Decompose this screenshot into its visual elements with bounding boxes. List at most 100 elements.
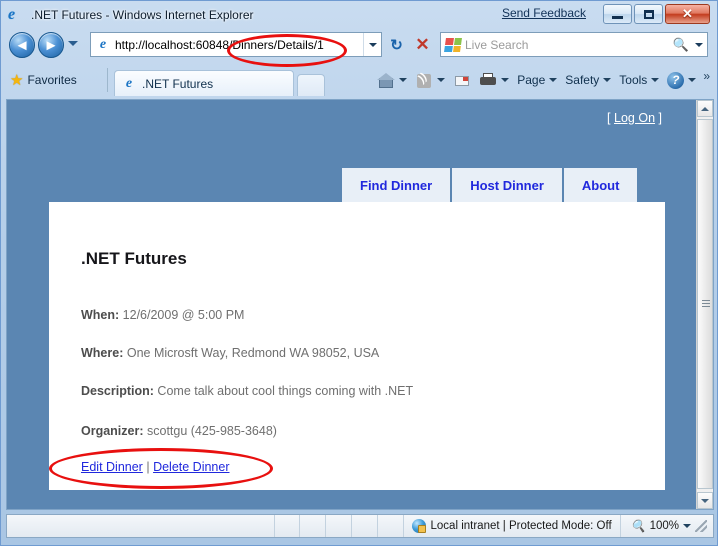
minimize-button[interactable] (603, 4, 632, 24)
intranet-zone-icon (411, 519, 426, 533)
scrollbar-thumb[interactable] (697, 119, 713, 489)
status-cell-3 (326, 515, 352, 537)
browser-tab[interactable]: e .NET Futures (114, 70, 294, 96)
new-tab-button[interactable] (297, 74, 325, 96)
dinner-description-row: Description: Come talk about cool things… (81, 384, 413, 398)
mail-button[interactable] (450, 70, 474, 90)
security-zone-indicator[interactable]: Local intranet | Protected Mode: Off (404, 515, 621, 537)
address-dropdown-button[interactable] (363, 33, 381, 56)
window-title: .NET Futures - Windows Internet Explorer (31, 8, 254, 22)
nav-item-host-dinner[interactable]: Host Dinner (452, 168, 562, 202)
print-icon (479, 72, 497, 89)
chevron-down-icon (368, 42, 377, 47)
chevron-down-icon (399, 78, 408, 82)
triangle-up-icon (701, 106, 709, 111)
scroll-down-button[interactable] (697, 492, 713, 509)
search-input[interactable]: Live Search (465, 38, 671, 52)
nav-item-about[interactable]: About (563, 168, 638, 202)
nerddinner-page: [ Log On ] NerdDinner Find Dinner Host D… (7, 100, 698, 509)
window-icon: e (8, 6, 26, 24)
dinner-where-value: One Microsft Way, Redmond WA 98052, USA (126, 346, 380, 360)
page-scrollbar[interactable] (696, 100, 713, 509)
tools-menu-label: Tools (619, 73, 648, 87)
dinner-where-row: Where: One Microsft Way, Redmond WA 9805… (81, 346, 379, 360)
dinner-where-label: Where: (81, 346, 124, 360)
mail-icon (453, 72, 471, 89)
internet-explorer-icon: e (8, 6, 16, 23)
dinner-when-row: When: 12/6/2009 @ 5:00 PM (81, 308, 244, 322)
dinner-description-label: Description: (81, 384, 154, 398)
delete-dinner-link[interactable]: Delete Dinner (153, 460, 229, 474)
status-cell-4 (352, 515, 378, 537)
grip-icon (702, 300, 710, 308)
logon-area: [ Log On ] (607, 111, 662, 125)
safety-menu-label: Safety (565, 73, 600, 87)
close-button[interactable]: ✕ (665, 4, 710, 24)
edit-dinner-link[interactable]: Edit Dinner (81, 460, 143, 474)
security-zone-label: Local intranet | Protected Mode: Off (430, 520, 612, 532)
stop-button[interactable]: ✕ (410, 32, 435, 57)
dinner-description-value: Come talk about cool things coming with … (157, 384, 414, 398)
resize-grip-icon[interactable] (695, 520, 708, 532)
feeds-button[interactable] (412, 70, 448, 90)
home-icon (377, 72, 396, 89)
help-icon: ? (667, 71, 685, 89)
search-provider-dropdown[interactable] (691, 42, 707, 47)
chevron-down-icon (603, 78, 612, 82)
tab-strip: e .NET Futures (114, 68, 325, 96)
command-bar: Page Safety Tools ? » (374, 69, 710, 91)
chevron-down-icon (501, 78, 510, 82)
back-button[interactable]: ◄ (9, 32, 35, 58)
search-box[interactable]: Live Search 🔍 (440, 32, 708, 57)
chevron-down-icon[interactable] (683, 524, 692, 528)
dinner-organizer-label: Organizer: (81, 424, 144, 438)
favorites-button[interactable]: ★ Favorites (10, 69, 77, 91)
search-icon[interactable]: 🔍 (671, 37, 691, 53)
windows-flag-icon (444, 37, 462, 52)
page-menu[interactable]: Page (514, 70, 560, 90)
tab-title: .NET Futures (142, 76, 214, 91)
minimize-icon (612, 15, 623, 19)
address-bar[interactable]: e http://localhost:60848/Dinners/Details… (90, 32, 382, 57)
page-menu-label: Page (517, 73, 546, 87)
zoom-level-label: 100% (649, 520, 680, 532)
favorites-and-tab-bar: ★ Favorites e .NET Futures)) Page Safet… (2, 64, 716, 96)
status-cell-1 (275, 515, 301, 537)
refresh-button[interactable]: ↻ (384, 32, 409, 57)
send-feedback-link[interactable]: Send Feedback (502, 6, 586, 20)
chevron-down-icon (651, 78, 660, 82)
tab-favicon-icon: e (125, 75, 133, 91)
dinner-title: .NET Futures (81, 249, 187, 268)
dinner-organizer-value: scottgu (425-985-3648) (147, 424, 277, 438)
help-menu[interactable]: ? (664, 70, 699, 90)
scroll-up-button[interactable] (697, 100, 713, 117)
logon-link[interactable]: Log On (614, 111, 655, 125)
maximize-button[interactable] (634, 4, 663, 24)
zoom-control[interactable]: 🔍 100% (621, 519, 713, 533)
toolbar-divider (107, 68, 108, 92)
navigation-bar: ◄ ► e http://localhost:60848/Dinners/Det… (2, 28, 716, 62)
caption-buttons: ✕ (603, 4, 710, 24)
status-bar: Local intranet | Protected Mode: Off 🔍 1… (6, 514, 714, 538)
dinner-when-value: 12/6/2009 @ 5:00 PM (122, 308, 245, 322)
chevron-down-icon (688, 78, 697, 82)
forward-button[interactable]: ► (38, 32, 64, 58)
favorites-label: Favorites (27, 73, 77, 87)
print-button[interactable] (476, 70, 512, 90)
address-input[interactable]: http://localhost:60848/Dinners/Details/1 (115, 38, 363, 52)
toolbar-overflow-button[interactable]: » (703, 69, 710, 83)
chevron-down-icon (549, 78, 558, 82)
safety-menu[interactable]: Safety (562, 70, 614, 90)
dinner-actions: Edit Dinner | Delete Dinner (81, 460, 230, 474)
nav-item-find-dinner[interactable]: Find Dinner (342, 168, 451, 202)
home-button[interactable] (374, 70, 410, 90)
triangle-down-icon (701, 498, 709, 503)
zoom-icon: 🔍 (630, 519, 646, 533)
tools-menu[interactable]: Tools (616, 70, 662, 90)
maximize-icon (643, 9, 654, 19)
page-viewport: [ Log On ] NerdDinner Find Dinner Host D… (6, 99, 714, 510)
recent-pages-chevron-down-icon[interactable] (68, 41, 78, 46)
page-favicon-icon: e (99, 36, 107, 52)
action-separator: | (146, 460, 150, 474)
status-cell-5 (378, 515, 404, 537)
